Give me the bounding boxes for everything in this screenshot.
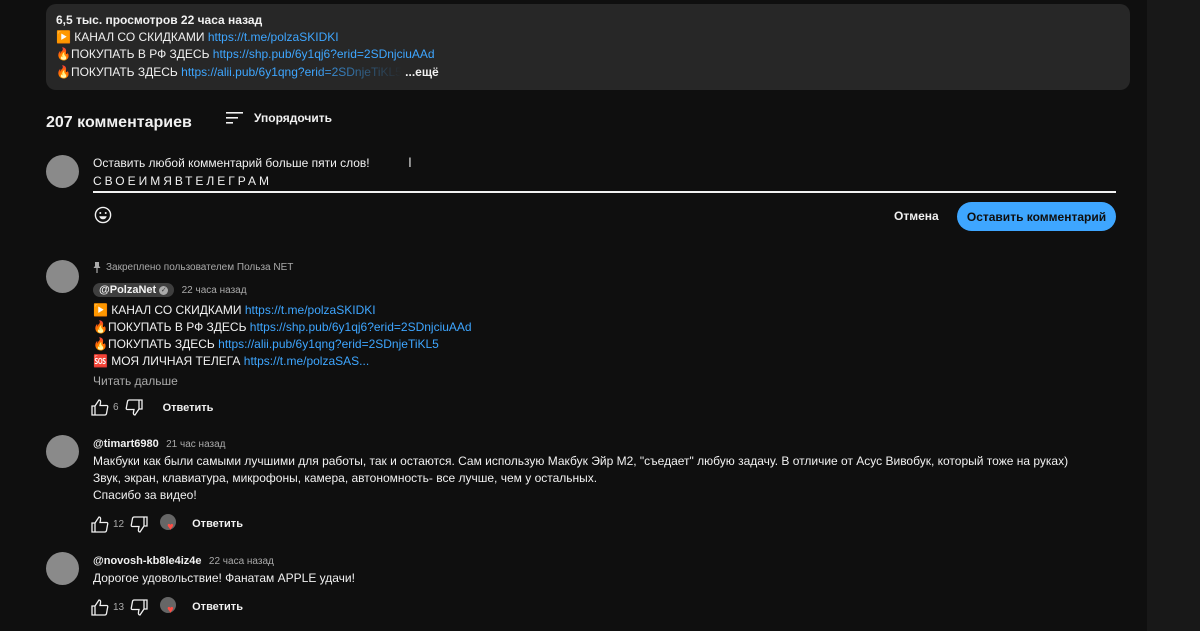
thumb-up-icon[interactable] <box>91 399 109 416</box>
comment-input-underline <box>93 191 1116 193</box>
verified-icon: ✓ <box>159 285 169 295</box>
like-count: 6 <box>113 402 119 413</box>
description-link[interactable]: https://shp.pub/6y1qj6?erid=2SDnjciuAAd <box>213 47 435 61</box>
comment-line: 🔥ПОКУПАТЬ ЗДЕСЬ https://alii.pub/6y1qng?… <box>93 336 472 353</box>
sort-icon <box>226 111 244 125</box>
comment-header: @novosh-kb8le4iz4e 22 часа назад <box>93 553 274 567</box>
thumb-down-icon[interactable] <box>130 515 148 533</box>
thumb-down-icon[interactable] <box>125 399 143 416</box>
comment-header: @timart6980 21 час назад <box>93 436 226 450</box>
read-more-link[interactable]: Читать дальше <box>93 374 472 388</box>
comment-line: Макбуки как были самыми лучшими для рабо… <box>93 454 1069 468</box>
comment-time[interactable]: 22 часа назад <box>209 556 274 567</box>
comment-line: 🔥ПОКУПАТЬ В РФ ЗДЕСЬ https://shp.pub/6y1… <box>93 319 472 336</box>
heart-icon: ♥ <box>167 521 174 533</box>
thumb-up-icon[interactable] <box>91 598 109 616</box>
creator-heart: ♥ <box>160 514 180 534</box>
submit-comment-button[interactable]: Оставить комментарий <box>957 202 1116 231</box>
comment-input-line: Оставить любой комментарий больше пяти с… <box>93 156 370 170</box>
sort-label: Упорядочить <box>254 111 333 125</box>
cancel-button[interactable]: Отмена <box>886 202 947 230</box>
comment-link[interactable]: https://t.me/polzaSAS... <box>244 354 369 368</box>
pin-icon <box>93 262 101 273</box>
comment-line: Звук, экран, клавиатура, микрофоны, каме… <box>93 471 598 485</box>
like-count: 13 <box>113 601 125 613</box>
heart-icon: ♥ <box>167 604 174 616</box>
sort-button[interactable]: Упорядочить <box>226 111 332 125</box>
creator-heart: ♥ <box>160 597 180 617</box>
comment-line-text: 🔥ПОКУПАТЬ ЗДЕСЬ <box>93 337 219 351</box>
comment-line: 🆘 МОЯ ЛИЧНАЯ ТЕЛЕГА https://t.me/polzaSA… <box>93 353 472 370</box>
text-cursor-icon: I <box>408 154 412 170</box>
description-line-text: 🔥ПОКУПАТЬ ЗДЕСЬ <box>56 65 182 79</box>
description-link[interactable]: https://t.me/polzaSKIDKI <box>208 30 339 44</box>
comments-count: 207 комментариев <box>46 114 192 131</box>
comment-input[interactable]: Оставить любой комментарий больше пяти с… <box>93 156 1116 188</box>
comment-actions: 12 ♥ Ответить <box>91 514 243 534</box>
avatar[interactable] <box>46 552 79 585</box>
thumb-up-icon[interactable] <box>91 515 109 533</box>
comment-line-text: 🆘 МОЯ ЛИЧНАЯ ТЕЛЕГА <box>93 354 244 368</box>
comment-header: @PolzaNet ✓ 22 часа назад <box>93 282 247 297</box>
description-line-text: ▶️ КАНАЛ СО СКИДКАМИ <box>56 30 208 44</box>
comment-body: Дорогое удовольствие! Фанатам APPLE удач… <box>93 570 355 587</box>
thumb-down-icon[interactable] <box>130 598 148 616</box>
show-more-button[interactable]: ...ещё <box>402 65 438 79</box>
avatar <box>46 155 79 188</box>
comment-line: Спасибо за видео! <box>93 488 197 502</box>
reply-button[interactable]: Ответить <box>192 518 243 530</box>
comment-line: Дорогое удовольствие! Фанатам APPLE удач… <box>93 571 355 585</box>
author-name[interactable]: @novosh-kb8le4iz4e <box>93 555 202 567</box>
author-name-text: @PolzaNet <box>99 284 157 296</box>
comment-link[interactable]: https://t.me/polzaSKIDKI <box>245 303 376 317</box>
description-line-text: 🔥ПОКУПАТЬ В РФ ЗДЕСЬ <box>56 47 213 61</box>
comment-actions: 6 Ответить <box>91 399 213 416</box>
description-line: 🔥ПОКУПАТЬ ЗДЕСЬ https://alii.pub/6y1qng?… <box>56 65 439 79</box>
author-name[interactable]: @PolzaNet ✓ <box>93 283 175 297</box>
reply-button[interactable]: Ответить <box>192 601 243 613</box>
avatar[interactable] <box>46 435 79 468</box>
reply-button[interactable]: Ответить <box>163 402 214 414</box>
comment-line-text: ▶️ КАНАЛ СО СКИДКАМИ <box>93 303 245 317</box>
comment-line-text: 🔥ПОКУПАТЬ В РФ ЗДЕСЬ <box>93 320 250 334</box>
video-description[interactable]: 6,5 тыс. просмотров 22 часа назад ▶️ КАН… <box>46 4 1130 90</box>
avatar[interactable] <box>46 260 79 293</box>
description-line: 🔥ПОКУПАТЬ В РФ ЗДЕСЬ https://shp.pub/6y1… <box>56 47 435 61</box>
description-link[interactable]: https://alii.pub/6y1qng?erid=2SDnjeTiKL5 <box>181 65 402 79</box>
comment-input-line: СВОЕИМЯВТЕЛЕГРАМ <box>93 174 273 188</box>
comment-time[interactable]: 21 час назад <box>166 439 225 450</box>
right-edge-panel <box>1147 0 1200 631</box>
comment-actions: 13 ♥ Ответить <box>91 597 243 617</box>
like-count: 12 <box>113 518 125 530</box>
comment-link[interactable]: https://shp.pub/6y1qj6?erid=2SDnjciuAAd <box>250 320 472 334</box>
comment-body: ▶️ КАНАЛ СО СКИДКАМИ https://t.me/polzaS… <box>93 302 472 388</box>
description-line: ▶️ КАНАЛ СО СКИДКАМИ https://t.me/polzaS… <box>56 30 339 44</box>
pinned-text: Закреплено пользователем Польза NET <box>106 262 294 273</box>
pinned-label: Закреплено пользователем Польза NET <box>93 262 293 273</box>
description-meta: 6,5 тыс. просмотров 22 часа назад <box>56 13 263 27</box>
comment-line: ▶️ КАНАЛ СО СКИДКАМИ https://t.me/polzaS… <box>93 302 472 319</box>
comment-link[interactable]: https://alii.pub/6y1qng?erid=2SDnjeTiKL5 <box>218 337 439 351</box>
comment-time[interactable]: 22 часа назад <box>182 285 247 296</box>
emoji-icon[interactable] <box>94 206 112 224</box>
comment-body: Макбуки как были самыми лучшими для рабо… <box>93 453 1068 504</box>
author-name[interactable]: @timart6980 <box>93 438 159 450</box>
